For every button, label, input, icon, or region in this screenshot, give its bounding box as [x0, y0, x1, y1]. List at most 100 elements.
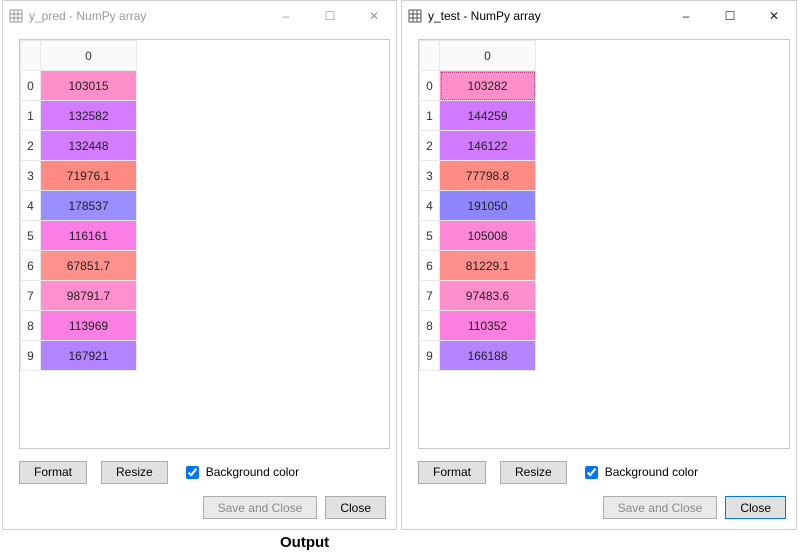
row-header[interactable]: 8: [420, 311, 440, 341]
close-button-bottom[interactable]: Close: [325, 496, 386, 519]
array-grid[interactable]: 0 010301511325822132448371976.1417853751…: [20, 40, 137, 371]
cell[interactable]: 166188: [440, 341, 536, 371]
cell[interactable]: 103015: [41, 71, 137, 101]
row-header[interactable]: 2: [420, 131, 440, 161]
titlebar[interactable]: y_test - NumPy array – ☐ ✕: [402, 1, 796, 31]
table-row[interactable]: 5116161: [21, 221, 137, 251]
table-row[interactable]: 1132582: [21, 101, 137, 131]
row-header[interactable]: 2: [21, 131, 41, 161]
minimize-button[interactable]: –: [664, 2, 708, 30]
row-header[interactable]: 1: [21, 101, 41, 131]
cell[interactable]: 132448: [41, 131, 137, 161]
save-and-close-button: Save and Close: [603, 496, 718, 519]
table-row[interactable]: 0103015: [21, 71, 137, 101]
resize-button[interactable]: Resize: [500, 461, 567, 484]
cell[interactable]: 81229.1: [440, 251, 536, 281]
titlebar[interactable]: y_pred - NumPy array – ☐ ✕: [3, 1, 396, 31]
row-header[interactable]: 0: [420, 71, 440, 101]
cell[interactable]: 178537: [41, 191, 137, 221]
background-color-input[interactable]: [585, 466, 598, 479]
column-header[interactable]: 0: [440, 41, 536, 71]
row-header[interactable]: 6: [21, 251, 41, 281]
cell[interactable]: 98791.7: [41, 281, 137, 311]
row-header[interactable]: 9: [21, 341, 41, 371]
resize-button[interactable]: Resize: [101, 461, 168, 484]
output-label: Output: [280, 534, 329, 551]
cell[interactable]: 116161: [41, 221, 137, 251]
cell[interactable]: 113969: [41, 311, 137, 341]
window-title: y_pred - NumPy array: [29, 9, 146, 23]
cell[interactable]: 144259: [440, 101, 536, 131]
format-button[interactable]: Format: [418, 461, 486, 484]
close-button[interactable]: ✕: [752, 2, 796, 30]
close-button[interactable]: ✕: [352, 2, 396, 30]
maximize-button[interactable]: ☐: [308, 2, 352, 30]
row-header[interactable]: 3: [420, 161, 440, 191]
table-row[interactable]: 9167921: [21, 341, 137, 371]
table-row[interactable]: 4178537: [21, 191, 137, 221]
table-row[interactable]: 8110352: [420, 311, 536, 341]
grid-corner: [21, 41, 41, 71]
table-row[interactable]: 8113969: [21, 311, 137, 341]
table-row[interactable]: 798791.7: [21, 281, 137, 311]
background-color-label: Background color: [605, 465, 698, 479]
cell[interactable]: 146122: [440, 131, 536, 161]
row-header[interactable]: 3: [21, 161, 41, 191]
background-color-checkbox[interactable]: Background color: [182, 463, 299, 482]
cell[interactable]: 71976.1: [41, 161, 137, 191]
window-y-test: y_test - NumPy array – ☐ ✕ 0 01032821144…: [401, 0, 797, 530]
row-header[interactable]: 6: [420, 251, 440, 281]
cell[interactable]: 97483.6: [440, 281, 536, 311]
cell[interactable]: 67851.7: [41, 251, 137, 281]
save-and-close-button: Save and Close: [203, 496, 318, 519]
row-header[interactable]: 4: [420, 191, 440, 221]
grid-corner: [420, 41, 440, 71]
cell[interactable]: 191050: [440, 191, 536, 221]
array-grid-container: 0 010301511325822132448371976.1417853751…: [19, 39, 390, 449]
table-row[interactable]: 2146122: [420, 131, 536, 161]
cell[interactable]: 132582: [41, 101, 137, 131]
table-row[interactable]: 1144259: [420, 101, 536, 131]
cell[interactable]: 110352: [440, 311, 536, 341]
table-row[interactable]: 2132448: [21, 131, 137, 161]
close-button-bottom[interactable]: Close: [725, 496, 786, 519]
row-header[interactable]: 9: [420, 341, 440, 371]
row-header[interactable]: 5: [420, 221, 440, 251]
row-header[interactable]: 7: [21, 281, 41, 311]
row-header[interactable]: 8: [21, 311, 41, 341]
table-row[interactable]: 797483.6: [420, 281, 536, 311]
table-row[interactable]: 377798.8: [420, 161, 536, 191]
table-row[interactable]: 371976.1: [21, 161, 137, 191]
background-color-checkbox[interactable]: Background color: [581, 463, 698, 482]
row-header[interactable]: 4: [21, 191, 41, 221]
table-row[interactable]: 681229.1: [420, 251, 536, 281]
grid-icon: [9, 9, 23, 23]
format-button[interactable]: Format: [19, 461, 87, 484]
column-header[interactable]: 0: [41, 41, 137, 71]
maximize-button[interactable]: ☐: [708, 2, 752, 30]
cell[interactable]: 103282: [440, 71, 536, 101]
cell[interactable]: 77798.8: [440, 161, 536, 191]
window-controls: – ☐ ✕: [664, 2, 796, 30]
table-row[interactable]: 5105008: [420, 221, 536, 251]
table-row[interactable]: 9166188: [420, 341, 536, 371]
minimize-button[interactable]: –: [264, 2, 308, 30]
toolbar: Format Resize Background color: [19, 459, 390, 485]
table-row[interactable]: 667851.7: [21, 251, 137, 281]
cell[interactable]: 105008: [440, 221, 536, 251]
bottom-bar: Save and Close Close: [603, 496, 786, 519]
table-row[interactable]: 4191050: [420, 191, 536, 221]
row-header[interactable]: 5: [21, 221, 41, 251]
cell[interactable]: 167921: [41, 341, 137, 371]
table-row[interactable]: 0103282: [420, 71, 536, 101]
grid-icon: [408, 9, 422, 23]
background-color-input[interactable]: [186, 466, 199, 479]
toolbar: Format Resize Background color: [418, 459, 790, 485]
window-controls: – ☐ ✕: [264, 2, 396, 30]
bottom-bar: Save and Close Close: [203, 496, 386, 519]
array-grid-container: 0 010328211442592146122377798.8419105051…: [418, 39, 790, 449]
array-grid[interactable]: 0 010328211442592146122377798.8419105051…: [419, 40, 536, 371]
row-header[interactable]: 7: [420, 281, 440, 311]
row-header[interactable]: 1: [420, 101, 440, 131]
row-header[interactable]: 0: [21, 71, 41, 101]
